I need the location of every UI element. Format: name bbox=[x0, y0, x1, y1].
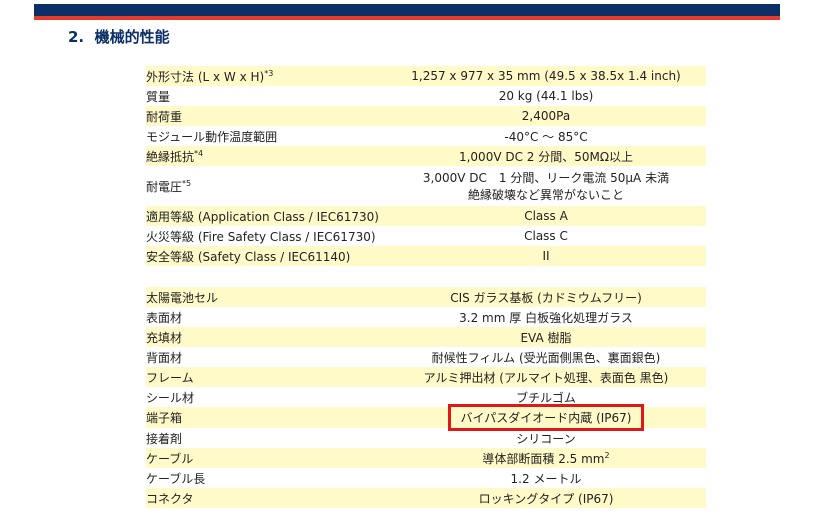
row-value: CIS ガラス基板 (カドミウムフリー) bbox=[386, 287, 706, 307]
row-label: ケーブル長 bbox=[146, 468, 386, 488]
row-value: 3,000V DC 1 分間、リーク電流 50μA 未満 bbox=[422, 171, 670, 185]
row-label: 質量 bbox=[146, 86, 386, 106]
row-label: 外形寸法 (L x W x H) bbox=[146, 69, 265, 84]
table-row: 充填材 EVA 樹脂 bbox=[146, 327, 706, 347]
row-label: 接着剤 bbox=[146, 428, 386, 448]
row-value: 20 kg (44.1 lbs) bbox=[386, 86, 706, 106]
table-row: ケーブル長 1.2 メートル bbox=[146, 468, 706, 488]
table-row: ケーブル 導体部断面積 2.5 mm2 bbox=[146, 448, 706, 468]
row-label: 安全等級 (Safety Class / IEC61140) bbox=[146, 246, 386, 266]
mechanical-spec-table: 外形寸法 (L x W x H)*3 1,257 x 977 x 35 mm (… bbox=[146, 66, 706, 266]
row-label: 耐荷重 bbox=[146, 106, 386, 126]
row-label: 端子箱 bbox=[146, 407, 386, 428]
row-value: 導体部断面積 2.5 mm bbox=[482, 451, 605, 466]
table-row: 絶縁抵抗*4 1,000V DC 2 分間、50MΩ以上 bbox=[146, 146, 706, 166]
row-label: 絶縁抵抗 bbox=[146, 149, 195, 164]
table-row: 適用等級 (Application Class / IEC61730) Clas… bbox=[146, 206, 706, 226]
table-row: 外形寸法 (L x W x H)*3 1,257 x 977 x 35 mm (… bbox=[146, 66, 706, 86]
table-row: 火災等級 (Fire Safety Class / IEC61730) Clas… bbox=[146, 226, 706, 246]
row-value: シリコーン bbox=[386, 428, 706, 448]
table-row: 質量 20 kg (44.1 lbs) bbox=[146, 86, 706, 106]
row-label: フレーム bbox=[146, 367, 386, 387]
row-value: 1.2 メートル bbox=[386, 468, 706, 488]
row-label: 背面材 bbox=[146, 347, 386, 367]
table-row: コネクタ ロッキングタイプ (IP67) bbox=[146, 488, 706, 508]
row-value: 1,257 x 977 x 35 mm (49.5 x 38.5x 1.4 in… bbox=[386, 66, 706, 86]
table-row: 端子箱 バイパスダイオード内蔵 (IP67) bbox=[146, 404, 706, 431]
table-row: フレーム アルミ押出材 (アルマイト処理、表面色 黒色) bbox=[146, 367, 706, 387]
row-value: 3.2 mm 厚 白板強化処理ガラス bbox=[386, 307, 706, 327]
highlighted-value: バイパスダイオード内蔵 (IP67) bbox=[447, 404, 645, 431]
row-label: 火災等級 (Fire Safety Class / IEC61730) bbox=[146, 226, 386, 246]
table-row: 接着剤 シリコーン bbox=[146, 428, 706, 448]
table-row: 耐電圧*5 3,000V DC 1 分間、リーク電流 50μA 未満 絶縁破壊な… bbox=[146, 166, 706, 206]
section-title: 2. 機械的性能 bbox=[68, 28, 170, 46]
row-value-line2: 絶縁破壊など異常がないこと bbox=[467, 188, 624, 202]
row-label: コネクタ bbox=[146, 488, 386, 508]
table-row: モジュール動作温度範囲 -40°C ～ 85°C bbox=[146, 126, 706, 146]
row-value: -40°C ～ 85°C bbox=[386, 126, 706, 146]
row-label: ケーブル bbox=[146, 448, 386, 468]
row-value: Class C bbox=[386, 226, 706, 246]
row-value: II bbox=[386, 246, 706, 266]
table-row: 安全等級 (Safety Class / IEC61140) II bbox=[146, 246, 706, 266]
row-label: 充填材 bbox=[146, 327, 386, 347]
header-band-blue bbox=[34, 4, 780, 16]
row-value: Class A bbox=[386, 206, 706, 226]
row-label: 適用等級 (Application Class / IEC61730) bbox=[146, 206, 386, 226]
row-value: 耐候性フィルム (受光面側黒色、裏面銀色) bbox=[386, 347, 706, 367]
row-value: アルミ押出材 (アルマイト処理、表面色 黒色) bbox=[386, 367, 706, 387]
row-label: 太陽電池セル bbox=[146, 287, 386, 307]
row-label: 表面材 bbox=[146, 307, 386, 327]
row-label: シール材 bbox=[146, 387, 386, 407]
table-row: 太陽電池セル CIS ガラス基板 (カドミウムフリー) bbox=[146, 287, 706, 307]
table-row: 背面材 耐候性フィルム (受光面側黒色、裏面銀色) bbox=[146, 347, 706, 367]
row-value: 2,400Pa bbox=[386, 106, 706, 126]
table-row: 耐荷重 2,400Pa bbox=[146, 106, 706, 126]
row-label: 耐電圧 bbox=[146, 179, 183, 194]
materials-spec-table: 太陽電池セル CIS ガラス基板 (カドミウムフリー) 表面材 3.2 mm 厚… bbox=[146, 287, 706, 508]
row-label: モジュール動作温度範囲 bbox=[146, 126, 386, 146]
row-value: 1,000V DC 2 分間、50MΩ以上 bbox=[386, 146, 706, 166]
table-row: 表面材 3.2 mm 厚 白板強化処理ガラス bbox=[146, 307, 706, 327]
header-band-red bbox=[34, 16, 780, 20]
row-value: EVA 樹脂 bbox=[386, 327, 706, 347]
row-value: ロッキングタイプ (IP67) bbox=[386, 488, 706, 508]
